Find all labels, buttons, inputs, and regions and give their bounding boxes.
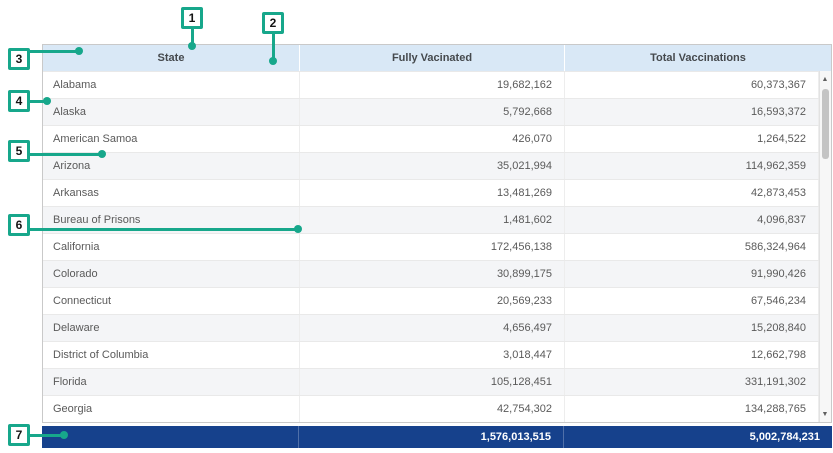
annotation-3-line: [28, 50, 76, 53]
cell-total-vaccinations: 91,990,426: [565, 261, 819, 287]
data-table: State Fully Vacinated Total Vaccinations…: [42, 44, 832, 423]
scroll-up-icon[interactable]: ▲: [820, 72, 830, 86]
cell-state: Alaska: [43, 99, 300, 125]
annotation-4-dot: [43, 97, 51, 105]
cell-state: Delaware: [43, 315, 300, 341]
cell-fully-vaccinated: 3,018,447: [300, 342, 565, 368]
cell-state: District of Columbia: [43, 342, 300, 368]
cell-fully-vaccinated: 4,656,497: [300, 315, 565, 341]
cell-total-vaccinations: 114,962,359: [565, 153, 819, 179]
cell-state: Arkansas: [43, 180, 300, 206]
cell-state: Connecticut: [43, 288, 300, 314]
screenshot-canvas: State Fully Vacinated Total Vaccinations…: [0, 0, 833, 453]
table-body: Alabama 19,682,162 60,373,367 Alaska 5,7…: [43, 71, 831, 422]
table-row[interactable]: American Samoa 426,070 1,264,522: [43, 125, 831, 152]
cell-fully-vaccinated: 1,481,602: [300, 207, 565, 233]
cell-state: Colorado: [43, 261, 300, 287]
cell-total-vaccinations: 331,191,302: [565, 369, 819, 395]
cell-state: American Samoa: [43, 126, 300, 152]
annotation-6-line: [28, 228, 295, 231]
annotation-4-line: [28, 100, 44, 103]
cell-total-vaccinations: 586,324,964: [565, 234, 819, 260]
annotation-3-box: 3: [8, 48, 30, 70]
annotation-4-box: 4: [8, 90, 30, 112]
table-row[interactable]: California 172,456,138 586,324,964: [43, 233, 831, 260]
table-header-row: State Fully Vacinated Total Vaccinations: [43, 45, 831, 71]
cell-state: California: [43, 234, 300, 260]
cell-fully-vaccinated: 105,128,451: [300, 369, 565, 395]
cell-state: Georgia: [43, 396, 300, 422]
table-total-row: 1,576,013,515 5,002,784,231: [42, 426, 832, 448]
annotation-3-dot: [75, 47, 83, 55]
cell-state: Florida: [43, 369, 300, 395]
annotation-2-box: 2: [262, 12, 284, 34]
annotation-6-dot: [294, 225, 302, 233]
table-row[interactable]: Alaska 5,792,668 16,593,372: [43, 98, 831, 125]
vertical-scrollbar[interactable]: ▲ ▼: [819, 71, 831, 422]
cell-fully-vaccinated: 30,899,175: [300, 261, 565, 287]
cell-state: Alabama: [43, 72, 300, 98]
cell-fully-vaccinated: 13,481,269: [300, 180, 565, 206]
table-row[interactable]: Arkansas 13,481,269 42,873,453: [43, 179, 831, 206]
table-row[interactable]: Colorado 30,899,175 91,990,426: [43, 260, 831, 287]
cell-fully-vaccinated: 42,754,302: [300, 396, 565, 422]
total-cell-fully-vaccinated: 1,576,013,515: [299, 426, 564, 448]
total-cell-state: [42, 426, 299, 448]
total-cell-total-vaccinations: 5,002,784,231: [564, 426, 832, 448]
annotation-5-line: [28, 153, 99, 156]
cell-fully-vaccinated: 35,021,994: [300, 153, 565, 179]
annotation-7-line: [28, 434, 62, 437]
annotation-1-box: 1: [181, 7, 203, 29]
column-header-fully-vaccinated[interactable]: Fully Vacinated: [300, 45, 565, 71]
cell-total-vaccinations: 16,593,372: [565, 99, 819, 125]
cell-total-vaccinations: 42,873,453: [565, 180, 819, 206]
table-row[interactable]: Delaware 4,656,497 15,208,840: [43, 314, 831, 341]
cell-state: Arizona: [43, 153, 300, 179]
cell-fully-vaccinated: 5,792,668: [300, 99, 565, 125]
column-header-total-vaccinations[interactable]: Total Vaccinations: [565, 45, 831, 71]
annotation-2-dot: [269, 57, 277, 65]
annotation-5-dot: [98, 150, 106, 158]
annotation-1-dot: [188, 42, 196, 50]
cell-total-vaccinations: 60,373,367: [565, 72, 819, 98]
table-row[interactable]: Florida 105,128,451 331,191,302: [43, 368, 831, 395]
cell-total-vaccinations: 12,662,798: [565, 342, 819, 368]
annotation-7-box: 7: [8, 424, 30, 446]
table-row[interactable]: Arizona 35,021,994 114,962,359: [43, 152, 831, 179]
cell-total-vaccinations: 134,288,765: [565, 396, 819, 422]
annotation-7-dot: [60, 431, 68, 439]
cell-total-vaccinations: 1,264,522: [565, 126, 819, 152]
cell-total-vaccinations: 4,096,837: [565, 207, 819, 233]
table-row[interactable]: Alabama 19,682,162 60,373,367: [43, 71, 831, 98]
table-row[interactable]: Georgia 42,754,302 134,288,765: [43, 395, 831, 422]
cell-fully-vaccinated: 172,456,138: [300, 234, 565, 260]
cell-total-vaccinations: 15,208,840: [565, 315, 819, 341]
cell-fully-vaccinated: 426,070: [300, 126, 565, 152]
scroll-down-icon[interactable]: ▼: [820, 407, 830, 421]
cell-total-vaccinations: 67,546,234: [565, 288, 819, 314]
annotation-6-box: 6: [8, 214, 30, 236]
scrollbar-thumb[interactable]: [822, 89, 829, 159]
cell-fully-vaccinated: 19,682,162: [300, 72, 565, 98]
annotation-5-box: 5: [8, 140, 30, 162]
cell-fully-vaccinated: 20,569,233: [300, 288, 565, 314]
table-row[interactable]: District of Columbia 3,018,447 12,662,79…: [43, 341, 831, 368]
table-row[interactable]: Connecticut 20,569,233 67,546,234: [43, 287, 831, 314]
